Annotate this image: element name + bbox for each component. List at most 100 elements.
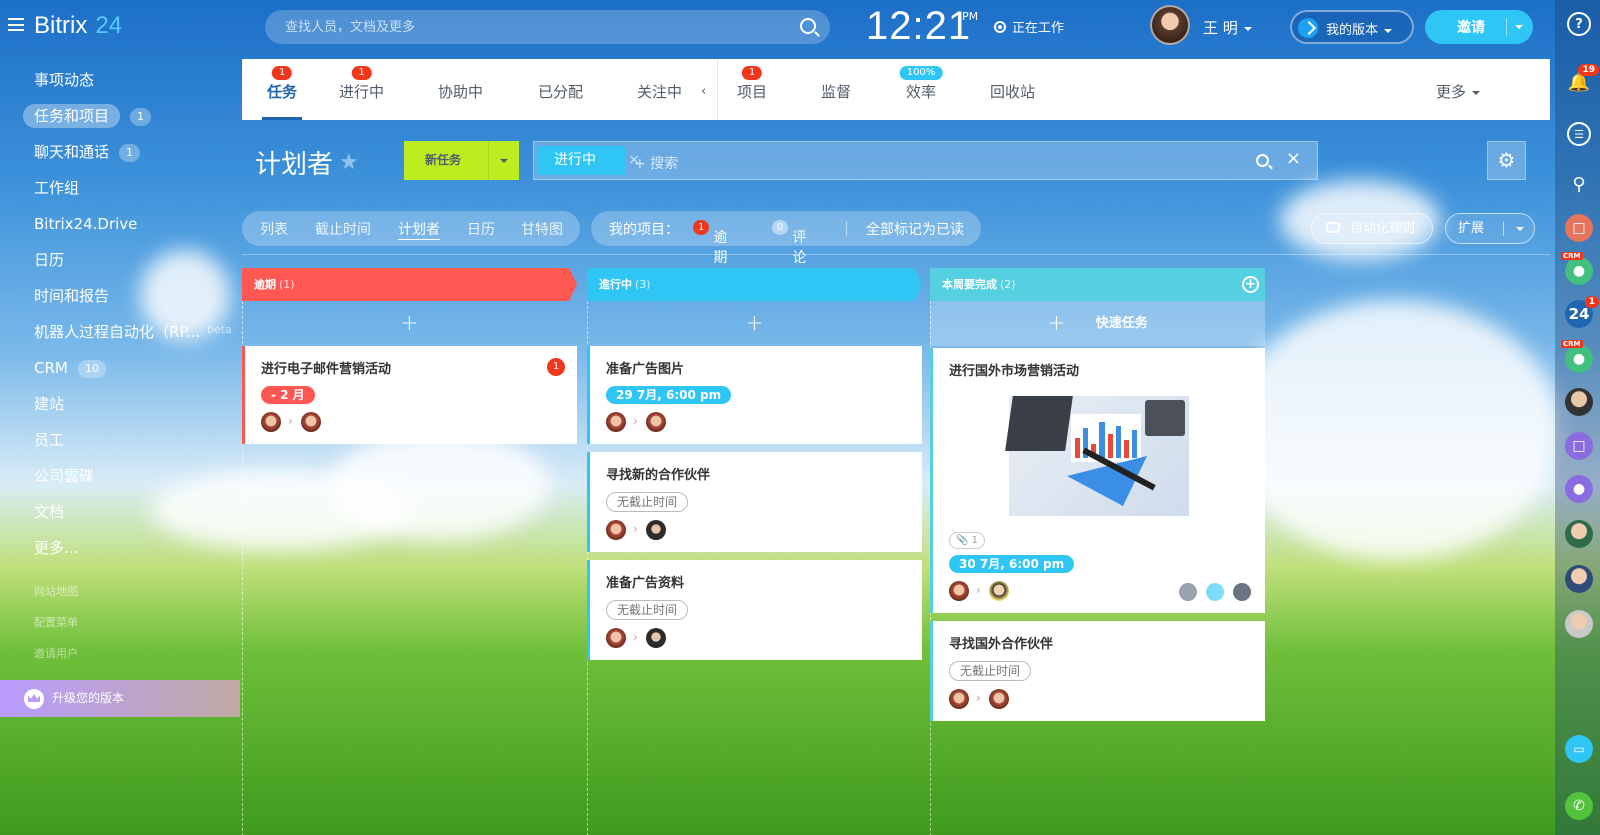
deadline-badge[interactable]: 29 7月, 6:00 pm [606,386,732,404]
task-title[interactable]: 进行国外市场营销活动 [949,360,1249,382]
bell-icon[interactable]: 🔔 19 [1565,64,1599,96]
sidebar-item-calendar[interactable]: 日历 [0,242,240,278]
group-avatar[interactable] [1565,610,1593,638]
responsible-avatar[interactable] [301,412,321,432]
chevron-down-icon[interactable] [1515,25,1523,29]
creator-avatar[interactable] [606,520,626,540]
sidebar-item-workgroups[interactable]: 工作组 [0,170,240,206]
tab-supervising[interactable]: 监督 [821,81,851,102]
column-header[interactable]: 本周要完成 (2) + [930,268,1265,301]
my-plan-button[interactable]: 我的版本 [1290,10,1414,44]
view-planner[interactable]: 计划者 [398,219,440,240]
sidebar-item-employees[interactable]: 员工 [0,422,240,458]
task-title[interactable]: 准备广告资料 [606,572,906,594]
delegate-icon[interactable] [1179,583,1197,601]
bitrix24-icon[interactable]: 24 1 [1565,296,1599,328]
search-icon[interactable] [1256,154,1269,167]
deadline-badge[interactable]: 无截止时间 [606,600,689,620]
responsible-avatar[interactable] [646,628,666,648]
task-title[interactable]: 寻找国外合作伙伴 [949,633,1249,655]
app-logo[interactable]: Bitrix 24 [34,12,122,40]
tab-assigned[interactable]: 已分配 [538,81,583,102]
pause-icon[interactable] [1206,583,1224,601]
contact-center-icon[interactable]: ▭ [1565,735,1593,763]
sidebar-item-tasks[interactable]: 任务和项目 1 [0,98,240,134]
automation-rules-button[interactable]: 自动化规则 [1311,213,1433,244]
sidebar-item-chat[interactable]: 聊天和通话 1 [0,134,240,170]
mark-all-read-link[interactable]: 全部标记为已读 [866,219,964,239]
task-title[interactable]: 寻找新的合作伙伴 [606,464,906,486]
sidebar-item-documents[interactable]: 文档 [0,494,240,530]
sidebar-item-activity-stream[interactable]: 事项动态 [0,62,240,98]
tab-efficiency[interactable]: 效率 100% [899,66,943,102]
sidebar-item-more[interactable]: 更多... [0,530,240,566]
creator-avatar[interactable] [606,412,626,432]
sidebar-invite-users-link[interactable]: 邀请用户 [0,638,240,669]
phone-icon[interactable]: ✆ [1565,792,1593,820]
filter-search-input[interactable]: + 搜索 [634,153,678,173]
creator-avatar[interactable] [949,689,969,709]
help-icon[interactable]: ? [1567,12,1591,36]
tab-recycle-bin[interactable]: 回收站 [990,81,1035,102]
sidebar-item-crm[interactable]: CRM 10 [0,350,240,386]
overdue-counter[interactable]: 1 逾期 [693,219,727,266]
comments-counter[interactable]: 0 评论 [772,219,806,266]
responsible-avatar[interactable] [646,412,666,432]
user-menu[interactable]: 王 明 [1203,17,1252,38]
deadline-badge[interactable]: 无截止时间 [606,492,689,512]
task-card[interactable]: 准备广告图片 29 7月, 6:00 pm › [587,346,922,444]
task-card[interactable]: 进行国外市场营销活动 📎 1 30 7月, 6:00 pm › [930,348,1265,613]
tab-tasks[interactable]: 任务 1 [267,66,297,102]
tab-following[interactable]: 关注中 [637,81,682,102]
filter-bar[interactable]: 进行中 × + 搜索 × [533,141,1318,180]
responsible-avatar[interactable] [989,689,1009,709]
contact-avatar[interactable] [1565,520,1593,548]
expand-button[interactable]: 扩展 [1445,213,1535,244]
responsible-avatar[interactable] [989,581,1009,601]
upgrade-plan-button[interactable]: 升级您的版本 [0,680,240,717]
column-header[interactable]: 逾期 (1) [242,268,577,301]
star-icon[interactable]: ★ [339,150,359,175]
sidebar-item-company-drive[interactable]: 公司雲碟 [0,458,240,494]
add-task-button[interactable]: + [242,301,577,346]
tab-more[interactable]: 更多 [1436,81,1480,102]
chevron-down-icon[interactable] [1516,227,1524,231]
sidebar-item-sites[interactable]: 建站 [0,386,240,422]
tab-in-progress[interactable]: 进行中 1 [339,66,384,102]
creator-avatar[interactable] [261,412,281,432]
chevron-down-icon[interactable] [500,159,508,163]
task-card[interactable]: 寻找新的合作伙伴 无截止时间 › [587,452,922,552]
work-status[interactable]: 正在工作 [994,17,1064,36]
user-icon[interactable]: ● [1565,475,1593,503]
attachment-counter[interactable]: 📎 1 [949,532,986,549]
lock-icon[interactable]: □ [1565,432,1593,460]
sidebar-sitemap-link[interactable]: 网站地图 [0,576,240,607]
search-input[interactable] [265,10,745,44]
lock-icon[interactable]: □ [1565,214,1593,242]
search-icon[interactable] [800,18,816,34]
crm-contact-icon[interactable]: ● CRM [1561,340,1593,373]
task-card[interactable]: 进行电子邮件营销活动 1 - 2 月 › [242,346,577,444]
task-card[interactable]: 寻找国外合作伙伴 无截止时间 › [930,621,1265,721]
tab-assisting[interactable]: 协助中 [438,81,483,102]
view-deadline[interactable]: 截止时间 [315,219,371,239]
global-search[interactable] [265,10,830,44]
deadline-badge[interactable]: 无截止时间 [949,661,1032,681]
deadline-badge[interactable]: - 2 月 [261,386,315,404]
sidebar-item-rpa[interactable]: 机器人过程自动化（RP... beta [0,314,240,350]
sidebar-configure-menu-link[interactable]: 配置菜单 [0,607,240,638]
tab-projects[interactable]: 项目 1 [737,66,767,102]
chevron-left-icon[interactable]: ‹ [701,84,706,99]
task-image-thumbnail[interactable] [1005,396,1189,516]
gear-icon[interactable]: ⚙ [1487,141,1526,180]
sidebar-item-time-reports[interactable]: 时间和报告 [0,278,240,314]
deadline-badge[interactable]: 30 7月, 6:00 pm [949,555,1075,573]
add-column-icon[interactable]: + [1242,276,1259,293]
add-task-button[interactable]: + [587,301,922,346]
view-list[interactable]: 列表 [260,219,288,239]
chat-icon[interactable]: ☰ [1567,122,1591,146]
view-calendar[interactable]: 日历 [467,219,495,239]
search-icon[interactable]: ⚲ [1565,170,1593,198]
menu-icon[interactable] [8,18,24,31]
contact-avatar[interactable] [1565,565,1593,593]
